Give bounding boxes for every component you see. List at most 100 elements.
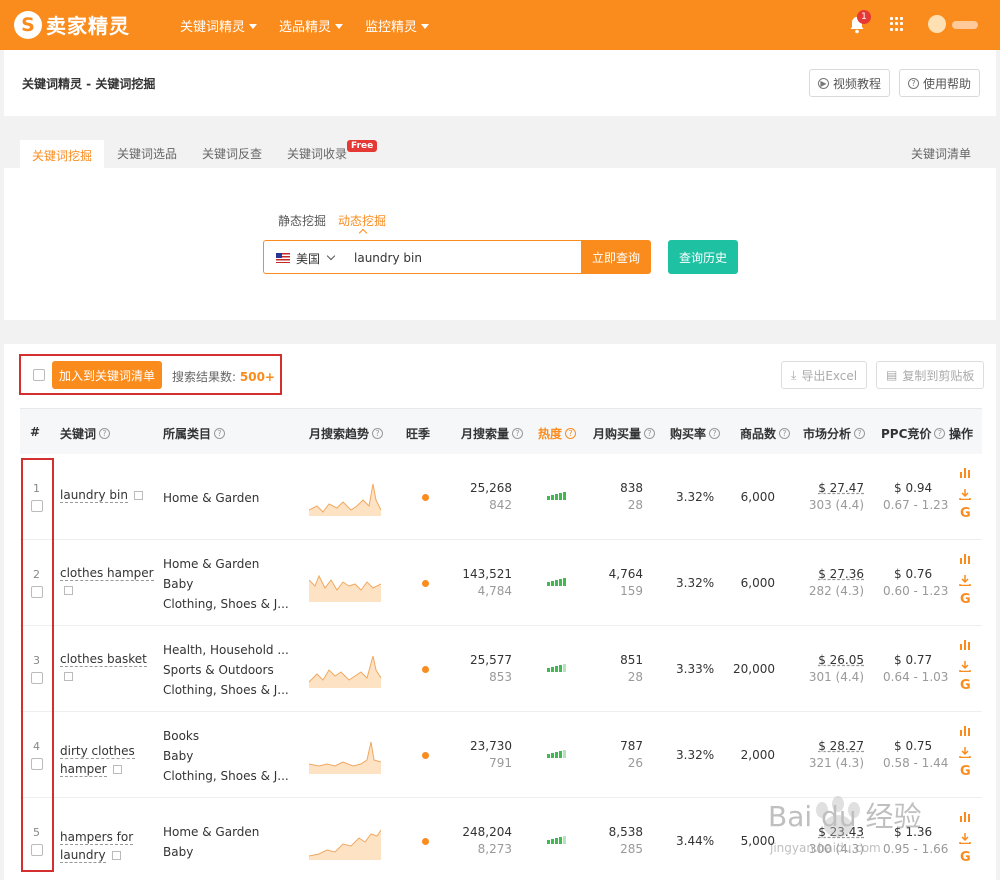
purchase-volume: 787 xyxy=(620,739,643,753)
tab-keyword-mining[interactable]: 关键词挖掘 xyxy=(20,140,105,168)
col-purchase-rate[interactable]: 购买率? xyxy=(670,425,721,442)
market-price[interactable]: $ 27.47 xyxy=(800,481,864,495)
table-row: 3 clothes basket Health, Household ... Sp… xyxy=(20,626,982,712)
col-purchases[interactable]: 月购买量? xyxy=(593,425,656,442)
google-icon[interactable]: G xyxy=(960,764,971,779)
tab-keyword-list[interactable]: 关键词清单 xyxy=(911,140,971,168)
help-icon[interactable]: ? xyxy=(512,428,524,439)
bar-chart-icon[interactable] xyxy=(959,552,971,564)
help-icon[interactable]: ? xyxy=(709,428,721,439)
external-link-icon[interactable] xyxy=(64,586,73,595)
keyword-link[interactable]: laundry xyxy=(60,848,106,863)
keyword-link[interactable]: hamper xyxy=(60,762,107,777)
keyword-input[interactable] xyxy=(354,248,574,268)
google-icon[interactable]: G xyxy=(960,506,971,521)
search-volume: 23,730 xyxy=(470,739,512,753)
nav-keyword-wizard[interactable]: 关键词精灵 xyxy=(180,16,258,35)
history-button[interactable]: 查询历史 xyxy=(668,240,738,274)
mode-tabs: 静态挖掘 动态挖掘 xyxy=(278,212,386,238)
market-price[interactable]: $ 28.27 xyxy=(800,739,864,753)
help-icon[interactable]: ? xyxy=(372,428,384,439)
export-excel-button[interactable]: ⤓ 导出Excel xyxy=(781,361,868,389)
help-icon[interactable]: ? xyxy=(779,428,791,439)
market-price[interactable]: $ 26.05 xyxy=(800,653,864,667)
help-icon[interactable]: ? xyxy=(644,428,656,439)
heat-bars-icon xyxy=(547,578,566,586)
video-tutorial-button[interactable]: ▶ 视频教程 xyxy=(809,69,891,97)
google-icon[interactable]: G xyxy=(960,592,971,607)
ppc-range: 0.60 - 1.23 xyxy=(883,584,949,598)
nav-label: 选品精灵 xyxy=(279,20,332,35)
col-category: 所属类目? xyxy=(163,425,226,442)
trend-sparkline xyxy=(309,655,381,688)
external-link-icon[interactable] xyxy=(64,672,73,681)
country-select[interactable]: 美国 xyxy=(296,250,320,267)
help-icon[interactable]: ? xyxy=(565,428,577,439)
nav-product-wizard[interactable]: 选品精灵 xyxy=(279,16,344,35)
col-label: 热度 xyxy=(538,427,563,441)
help-icon[interactable]: ? xyxy=(854,428,866,439)
col-market[interactable]: 市场分析? xyxy=(803,425,866,442)
bar-chart-icon[interactable] xyxy=(959,466,971,478)
query-button[interactable]: 立即查询 xyxy=(581,240,651,274)
download-icon: ⤓ xyxy=(791,367,797,382)
download-icon[interactable] xyxy=(959,746,971,758)
copy-clipboard-button[interactable]: ▤ 复制到剪贴板 xyxy=(876,361,985,389)
nav-label: 监控精灵 xyxy=(365,20,418,35)
keyword-link[interactable]: clothes hamper xyxy=(60,566,154,581)
help-icon[interactable]: ? xyxy=(934,428,946,439)
keyword-link[interactable]: clothes basket xyxy=(60,652,147,667)
col-search-volume[interactable]: 月搜索量? xyxy=(461,425,524,442)
select-all-checkbox[interactable] xyxy=(33,369,45,381)
download-icon[interactable] xyxy=(959,660,971,672)
purchase-rate: 3.44% xyxy=(676,834,715,848)
avatar[interactable] xyxy=(928,15,946,33)
search-volume-daily: 853 xyxy=(489,670,512,684)
highlight-box-checkboxes xyxy=(21,458,54,872)
heat-bars-icon xyxy=(547,836,566,844)
chevron-down-icon[interactable] xyxy=(326,251,336,261)
export-label: 导出Excel xyxy=(801,368,858,383)
download-icon[interactable] xyxy=(959,488,971,500)
username-blurred[interactable] xyxy=(952,21,978,29)
external-link-icon[interactable] xyxy=(111,851,121,860)
google-icon[interactable]: G xyxy=(960,678,971,693)
keyword-link[interactable]: dirty clothes xyxy=(60,744,135,759)
external-link-icon[interactable] xyxy=(133,491,143,500)
chevron-down-icon xyxy=(249,24,258,29)
external-link-icon[interactable] xyxy=(112,765,122,774)
category-label: Baby xyxy=(163,845,194,859)
category-label: Home & Garden xyxy=(163,557,260,571)
col-heat[interactable]: 热度? xyxy=(538,425,577,442)
help-button[interactable]: ? 使用帮助 xyxy=(899,69,981,97)
search-volume-daily: 4,784 xyxy=(477,584,512,598)
col-ppc[interactable]: PPC竞价? xyxy=(881,425,946,442)
search-volume: 248,204 xyxy=(462,825,512,839)
bar-chart-icon[interactable] xyxy=(959,638,971,650)
watermark-text: Bai du 经验 xyxy=(768,800,921,833)
tab-keyword-product[interactable]: 关键词选品 xyxy=(117,140,177,168)
mode-static[interactable]: 静态挖掘 xyxy=(278,212,326,229)
market-reviews: 321 (4.3) xyxy=(808,756,864,770)
add-to-list-button[interactable]: 加入到关键词清单 xyxy=(52,361,162,389)
app-logo[interactable]: S 卖家精灵 xyxy=(14,10,130,39)
help-icon[interactable]: ? xyxy=(99,428,111,439)
product-count: 2,000 xyxy=(740,748,775,762)
col-label: 市场分析 xyxy=(803,427,852,441)
mode-dynamic[interactable]: 动态挖掘 xyxy=(338,212,386,229)
col-products[interactable]: 商品数? xyxy=(740,425,791,442)
search-volume: 143,521 xyxy=(462,567,512,581)
apps-grid-icon[interactable] xyxy=(890,17,904,31)
tab-keyword-indexing[interactable]: 关键词收录 xyxy=(287,140,347,168)
main-nav: 关键词精灵 选品精灵 监控精灵 xyxy=(180,16,430,35)
bar-chart-icon[interactable] xyxy=(959,724,971,736)
keyword-link[interactable]: hampers for xyxy=(60,830,134,845)
download-icon[interactable] xyxy=(959,574,971,586)
table-row: 1 laundry bin Home & Garden 25,268 842 8… xyxy=(20,454,982,540)
nav-monitor-wizard[interactable]: 监控精灵 xyxy=(365,16,430,35)
keyword-link[interactable]: laundry bin xyxy=(60,488,128,503)
market-price[interactable]: $ 27.36 xyxy=(800,567,864,581)
logo-text: 卖家精灵 xyxy=(46,14,130,38)
tab-keyword-reverse[interactable]: 关键词反查 xyxy=(202,140,262,168)
help-icon[interactable]: ? xyxy=(214,428,226,439)
